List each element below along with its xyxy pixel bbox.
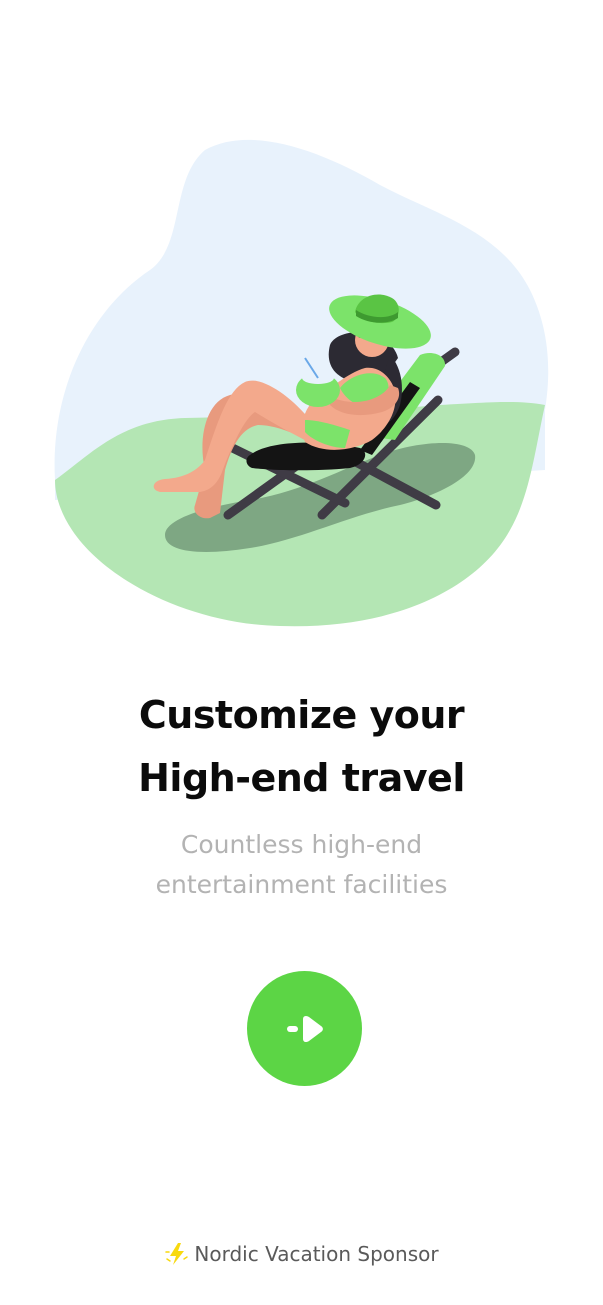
onboarding-screen: { "illustration": { "icon": "woman-on-de…: [0, 0, 603, 1305]
subtitle-line-2: entertainment facilities: [155, 870, 448, 899]
subtitle-line-1: Countless high-end: [180, 830, 423, 859]
title-line-2: High-end travel: [138, 756, 465, 800]
footer: Nordic Vacation Sponsor: [0, 1238, 603, 1270]
page-title: Customize your High-end travel: [0, 684, 603, 810]
lightning-icon: [165, 1243, 189, 1265]
title-line-1: Customize your: [138, 693, 465, 737]
arrow-right-icon: [286, 1015, 323, 1042]
hero-illustration: [54, 139, 549, 627]
page-subtitle: Countless high-end entertainment facilit…: [0, 825, 603, 905]
sponsor-label: Nordic Vacation Sponsor: [194, 1242, 439, 1266]
next-button[interactable]: [247, 971, 362, 1086]
